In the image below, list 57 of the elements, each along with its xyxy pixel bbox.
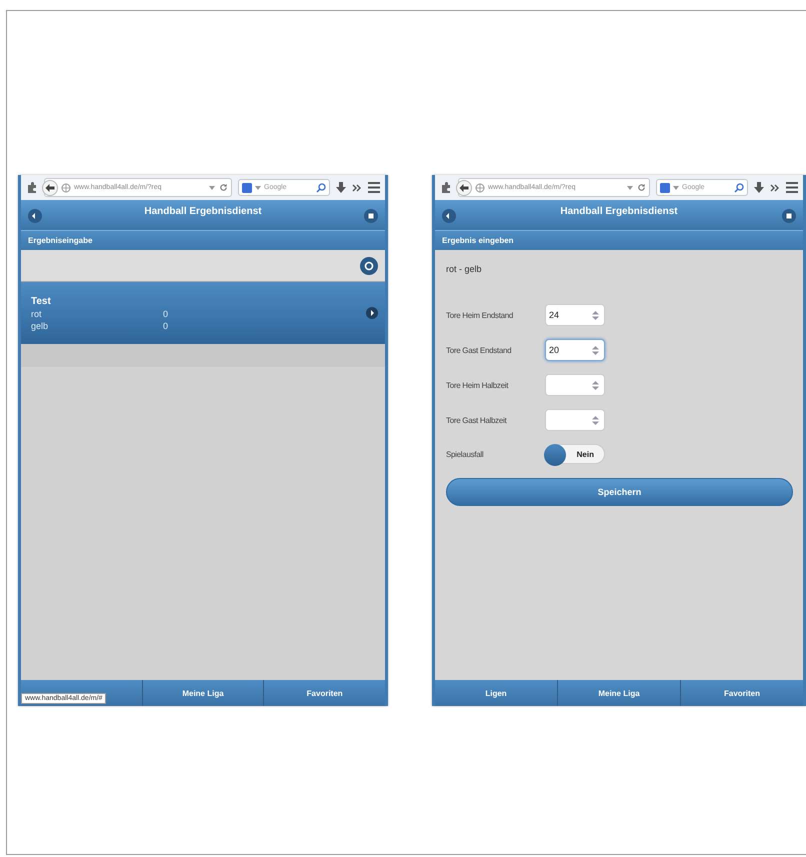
field-label: Tore Gast Endstand	[446, 346, 512, 354]
reload-icon[interactable]	[219, 183, 228, 192]
search-engine-icon	[242, 182, 252, 192]
team-name: gelb	[31, 320, 50, 330]
search-icon[interactable]	[734, 182, 744, 192]
puzzle-icon[interactable]	[440, 182, 452, 194]
dropdown-icon[interactable]	[626, 184, 634, 192]
number-input[interactable]	[545, 409, 605, 431]
save-button[interactable]: Speichern	[446, 478, 793, 506]
spinner-icon[interactable]	[592, 416, 599, 424]
dropdown-icon[interactable]	[208, 184, 216, 192]
home-button-icon[interactable]	[782, 209, 796, 223]
field-label: Tore Heim Halbzeit	[446, 380, 510, 390]
chevrons-icon[interactable]	[770, 182, 780, 192]
nav-tab[interactable]: Favoriten	[680, 680, 803, 706]
search-engine-icon	[660, 182, 670, 192]
search-icon[interactable]	[316, 182, 326, 192]
nav-tab[interactable]: Meine Liga	[142, 680, 264, 706]
home-button-icon[interactable]	[364, 209, 378, 223]
nav-tab[interactable]: Meine Liga	[557, 680, 680, 706]
game-title: Test	[31, 296, 52, 306]
section-title: Ergebnis eingeben	[442, 236, 514, 245]
team-score: 0	[163, 320, 168, 330]
download-icon[interactable]	[336, 182, 346, 194]
chevron-right-icon	[366, 307, 378, 319]
number-input[interactable]	[545, 374, 605, 396]
reload-icon[interactable]	[637, 183, 646, 192]
globe-icon	[475, 182, 485, 192]
app-title: Handball Ergebnisdienst	[144, 206, 262, 217]
section-title: Ergebniseingabe	[28, 236, 92, 245]
toggle-switch[interactable]: Nein	[545, 444, 605, 464]
team-score: 0	[163, 308, 168, 318]
dropdown-icon[interactable]	[673, 184, 679, 190]
refresh-button-icon[interactable]	[360, 256, 378, 274]
field-label: Tore Heim Endstand	[446, 310, 514, 320]
spinner-icon[interactable]	[592, 310, 599, 320]
number-input[interactable]: 24	[545, 304, 605, 326]
field-label: Tore Gast Halbzeit	[446, 416, 508, 424]
toggle-label: Spielausfall	[446, 450, 484, 458]
nav-tab[interactable]: Favoriten	[263, 680, 386, 706]
menu-icon[interactable]	[786, 182, 798, 193]
spinner-icon[interactable]	[592, 346, 599, 354]
match-title: rot - gelb	[446, 264, 483, 274]
globe-icon	[61, 182, 71, 192]
dropdown-icon[interactable]	[255, 184, 261, 190]
puzzle-icon[interactable]	[26, 182, 38, 194]
back-button-icon[interactable]	[442, 209, 456, 223]
app-title: Handball Ergebnisdienst	[560, 206, 678, 217]
number-input[interactable]: 20	[545, 339, 605, 361]
game-list-item[interactable]: Test rot 0 gelb 0	[21, 282, 385, 344]
back-button-icon[interactable]	[28, 209, 42, 223]
nav-tab[interactable]: Ligen	[435, 680, 557, 706]
chevrons-icon[interactable]	[352, 182, 362, 192]
team-name: rot	[31, 308, 43, 318]
download-icon[interactable]	[754, 182, 764, 194]
menu-icon[interactable]	[368, 182, 380, 193]
spinner-icon[interactable]	[592, 380, 599, 390]
